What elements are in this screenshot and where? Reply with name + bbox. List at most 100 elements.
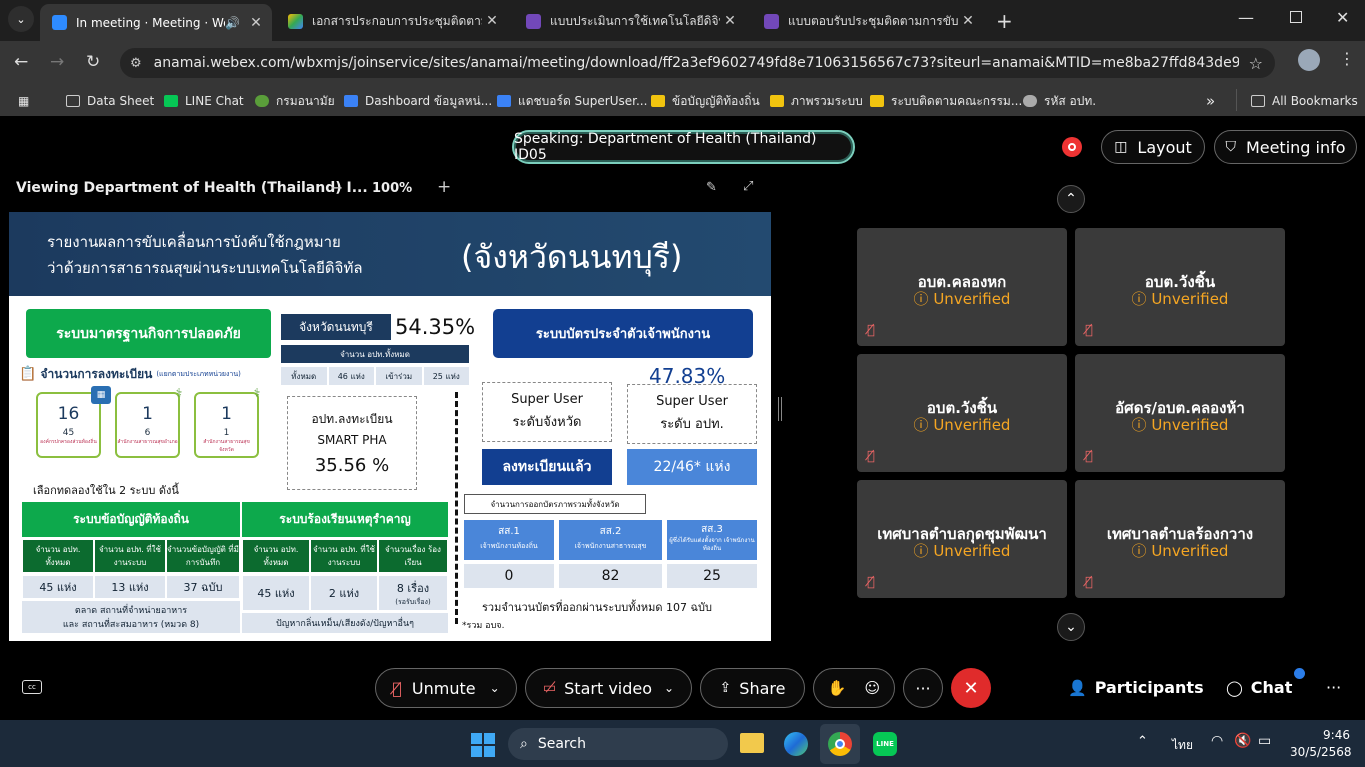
total-row: ทั้งหมด 46 แห่ง เข้าร่วม 25 แห่ง <box>281 367 469 385</box>
address-bar[interactable]: ⚙ anamai.webex.com/wbxmjs/joinservice/si… <box>120 48 1275 78</box>
su-line: Super User <box>656 394 728 409</box>
bookmark-star-icon[interactable]: ☆ <box>1249 54 1263 73</box>
muted-mic-icon: 🎙̸ <box>867 575 875 590</box>
zoom-in-icon[interactable]: + <box>437 177 451 197</box>
more-options-button[interactable]: ··· <box>903 668 943 708</box>
webex-icon <box>52 15 67 30</box>
meeting-info-label: Meeting info <box>1245 137 1346 157</box>
table-cell: 13 แห่ง <box>94 575 166 599</box>
share-button[interactable]: ⇪ Share <box>700 668 805 708</box>
smart-label: อปท.ลงทะเบียน <box>311 412 393 426</box>
speaker-icon[interactable]: 🔊 <box>225 16 240 30</box>
emoji-icon[interactable]: ☺ <box>865 679 881 697</box>
close-tab-icon[interactable]: ✕ <box>958 13 978 29</box>
bookmark-item[interactable]: ระบบติดตามคณะกรรม... <box>870 91 1022 111</box>
clock-time[interactable]: 9:46 <box>1320 728 1350 742</box>
su-line: Super User <box>511 392 583 407</box>
clock-date[interactable]: 30/5/2568 <box>1290 745 1352 759</box>
windows-start-icon[interactable] <box>471 733 495 757</box>
site-info-icon[interactable]: ⚙ <box>130 56 142 71</box>
restore-icon[interactable] <box>1290 11 1302 23</box>
annotate-icon[interactable]: ✎ <box>706 180 717 195</box>
file-explorer-icon[interactable] <box>740 733 764 753</box>
show-hidden-icons[interactable]: ⌃ <box>1137 734 1148 749</box>
leave-meeting-button[interactable]: ✕ <box>951 668 991 708</box>
google-forms-icon <box>764 13 779 29</box>
bookmark-item[interactable]: กรมอนามัย <box>255 91 335 111</box>
bookmark-item[interactable]: รหัส อปท. <box>1023 91 1096 111</box>
wifi-icon[interactable]: ◠ <box>1211 733 1223 749</box>
participants-button[interactable]: 👤 Participants <box>1068 678 1204 697</box>
raise-hand-icon[interactable]: ✋ <box>828 679 847 697</box>
forward-icon[interactable]: → <box>50 52 64 72</box>
status-text: Unverified <box>933 290 1011 308</box>
status-text: Unverified <box>1151 290 1229 308</box>
scroll-down-icon[interactable]: ⌄ <box>1057 613 1085 641</box>
warning-icon: ⓘ <box>1131 290 1152 308</box>
warning-icon: ⓘ <box>1131 416 1152 434</box>
participant-tile[interactable]: อบต.คลองหก ⓘ Unverified 🎙̸ <box>857 228 1067 346</box>
reload-icon[interactable]: ↻ <box>86 52 100 72</box>
bookmark-item[interactable]: LINE Chat <box>164 91 244 111</box>
close-window-icon[interactable]: ✕ <box>1336 8 1349 27</box>
tab-form-1[interactable]: แบบประเมินการใช้เทคโนโลยีดิจิทัล ก ✕ <box>514 6 746 36</box>
participant-tile[interactable]: อัศดร/อบต.คลองห้า ⓘ Unverified 🎙̸ <box>1075 354 1285 472</box>
participant-tile[interactable]: เทศบาลตำบลกุดชุมพัฒนา ⓘ Unverified 🎙̸ <box>857 480 1067 598</box>
profile-avatar[interactable] <box>1298 49 1320 71</box>
fullscreen-icon[interactable]: ⤢ <box>743 179 753 194</box>
participant-tile[interactable]: เทศบาลตำบลร้องกวาง ⓘ Unverified 🎙̸ <box>1075 480 1285 598</box>
new-tab-icon[interactable]: + <box>996 9 1013 33</box>
bookmark-item[interactable]: ข้อบัญญัติท้องถิ่น <box>651 91 760 111</box>
close-tab-icon[interactable]: ✕ <box>246 15 266 31</box>
minimize-icon[interactable]: — <box>1238 8 1254 27</box>
card-value: 16 <box>57 404 80 424</box>
volume-muted-icon[interactable]: 🔇 <box>1234 733 1251 749</box>
more-icon[interactable]: ··· <box>1326 678 1341 697</box>
tab-search-icon[interactable]: ⌄ <box>8 6 34 32</box>
menu-kebab-icon[interactable]: ⋮ <box>1339 49 1355 68</box>
bookmark-item[interactable]: Data Sheet <box>66 91 154 111</box>
status-text: Unverified <box>1151 542 1229 560</box>
chat-button[interactable]: ◯ Chat <box>1226 678 1292 697</box>
splitter-handle[interactable] <box>778 397 782 421</box>
close-tab-icon[interactable]: ✕ <box>482 13 502 29</box>
bookmark-label: Dashboard ข้อมูลหน่... <box>365 93 493 108</box>
tab-docs[interactable]: เอกสารประกอบการประชุมติดตามระบ ✕ <box>276 6 508 36</box>
layout-button[interactable]: ◫ Layout <box>1101 130 1205 164</box>
recording-icon[interactable] <box>1062 137 1082 157</box>
unmute-label: Unmute <box>411 678 476 698</box>
taskbar-search[interactable]: ⌕ Search <box>508 728 728 760</box>
slide-title-line1: รายงานผลการขับเคลื่อนการบังคับใช้กฎหมาย <box>47 233 341 251</box>
bookmark-item[interactable]: ภาพรวมระบบ <box>770 91 863 111</box>
battery-icon[interactable]: ▭ <box>1258 733 1271 749</box>
language-indicator[interactable]: ไทย <box>1172 736 1193 755</box>
close-tab-icon[interactable]: ✕ <box>720 13 740 29</box>
scroll-up-icon[interactable]: ⌃ <box>1057 185 1085 213</box>
zoom-out-icon[interactable]: − <box>330 178 343 197</box>
ss1-value: 0 <box>464 564 554 588</box>
meeting-info-button[interactable]: ⛉ Meeting info <box>1214 130 1357 164</box>
participant-tile[interactable]: อบต.วังชิ้น ⓘ Unverified 🎙̸ <box>1075 228 1285 346</box>
province-title: (จังหวัดนนทบุรี) <box>461 238 683 276</box>
google-drive-icon <box>288 13 303 29</box>
apps-grid-icon[interactable]: ▦ <box>18 91 29 111</box>
line-app-icon[interactable]: LINE <box>873 732 897 756</box>
participant-tile[interactable]: อบต.วังชิ้น ⓘ Unverified 🎙̸ <box>857 354 1067 472</box>
shield-icon: ⛉ <box>1225 139 1236 155</box>
more-bookmarks-icon[interactable]: » <box>1206 91 1215 111</box>
tab-form-2[interactable]: แบบตอบรับประชุมติดตามการขับเคลื่ ✕ <box>752 6 984 36</box>
captions-icon[interactable]: cc <box>22 680 42 694</box>
share-label: Share <box>739 678 786 698</box>
all-bookmarks[interactable]: All Bookmarks <box>1251 91 1358 111</box>
unmute-button[interactable]: 🎙̸ Unmute ⌄ <box>375 668 517 708</box>
bookmark-item[interactable]: Dashboard ข้อมูลหน่... <box>344 91 492 111</box>
chevron-down-icon[interactable]: ⌄ <box>664 681 674 695</box>
start-video-button[interactable]: ▭̸ Start video ⌄ <box>525 668 692 708</box>
chrome-taskbar-item[interactable] <box>820 724 860 764</box>
back-icon[interactable]: ← <box>14 52 28 72</box>
bookmark-item[interactable]: แดชบอร์ด SuperUser... <box>497 91 647 111</box>
chevron-down-icon[interactable]: ⌄ <box>490 681 500 695</box>
edge-icon[interactable] <box>784 732 808 756</box>
chat-notification-dot <box>1294 668 1305 679</box>
tab-webex[interactable]: In meeting · Meeting · Webex 🔊 ✕ <box>40 4 272 41</box>
